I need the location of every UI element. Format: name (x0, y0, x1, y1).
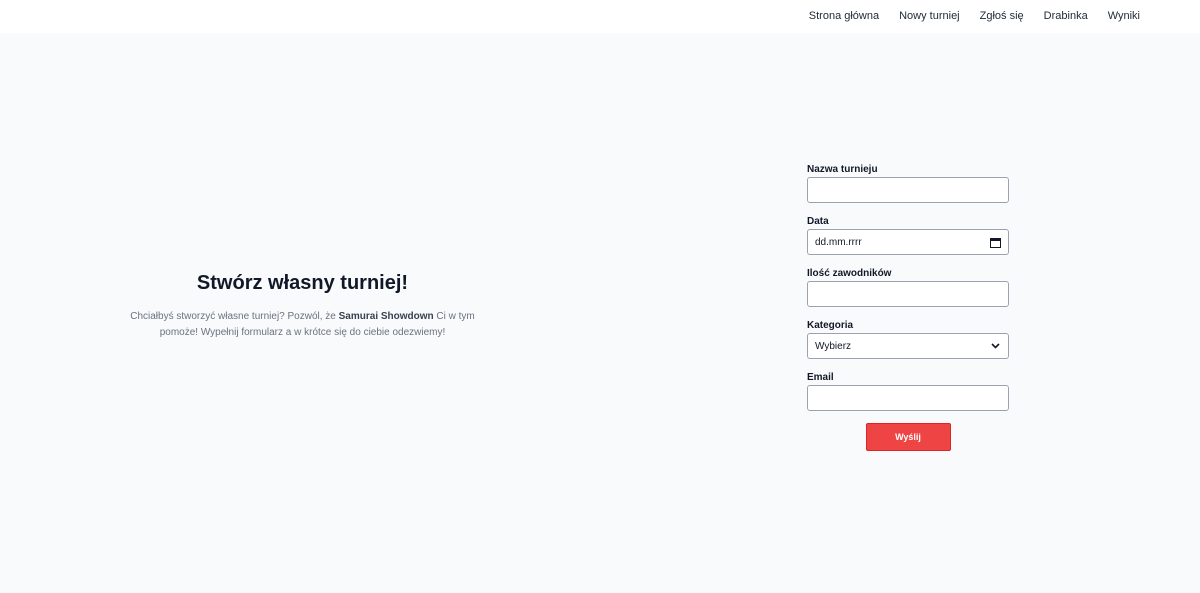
hero-text-bold: Samurai Showdown (338, 311, 434, 322)
players-input[interactable] (807, 281, 1009, 307)
players-field-group: Ilość zawodników (807, 267, 1009, 307)
email-field-group: Email (807, 371, 1009, 411)
nav-results[interactable]: Wyniki (1098, 0, 1140, 33)
players-label: Ilość zawodników (807, 268, 892, 279)
nav-home[interactable]: Strona główna (799, 0, 889, 33)
name-input[interactable] (807, 177, 1009, 203)
date-field-group: Data dd.mm.rrrr (807, 215, 1009, 255)
nav-sign-up[interactable]: Zgłoś się (970, 0, 1034, 33)
category-selected-value: Wybierz (815, 340, 852, 352)
chevron-down-icon (989, 340, 1001, 352)
main-nav: Strona główna Nowy turniej Zgłoś się Dra… (799, 0, 1140, 33)
tournament-form: Nazwa turnieju Data dd.mm.rrrr Ilość zaw… (807, 163, 1009, 451)
nav-new-tournament[interactable]: Nowy turniej (889, 0, 970, 33)
email-input[interactable] (807, 385, 1009, 411)
category-field-group: Kategoria Wybierz (807, 319, 1009, 359)
hero-title: Stwórz własny turniej! (196, 272, 409, 294)
submit-button[interactable]: Wyślij (865, 423, 951, 451)
category-select[interactable]: Wybierz (807, 333, 1009, 359)
hero-description: Chciałbyś stworzyć własne turniej? Pozwó… (125, 309, 480, 341)
calendar-icon[interactable] (989, 236, 1001, 248)
name-label: Nazwa turnieju (807, 164, 878, 175)
date-placeholder: dd.mm.rrrr (815, 236, 862, 248)
name-field-group: Nazwa turnieju (807, 163, 1009, 203)
top-navbar: Strona główna Nowy turniej Zgłoś się Dra… (0, 0, 1200, 33)
email-label: Email (807, 372, 834, 383)
nav-bracket[interactable]: Drabinka (1034, 0, 1098, 33)
hero-section: Stwórz własny turniej! Chciałbyś stworzy… (125, 272, 480, 341)
submit-wrapper: Wyślij (807, 423, 1009, 451)
hero-text-before: Chciałbyś stworzyć własne turniej? Pozwó… (130, 311, 339, 322)
category-label: Kategoria (807, 320, 854, 331)
date-input[interactable]: dd.mm.rrrr (807, 229, 1009, 255)
date-label: Data (807, 216, 829, 227)
